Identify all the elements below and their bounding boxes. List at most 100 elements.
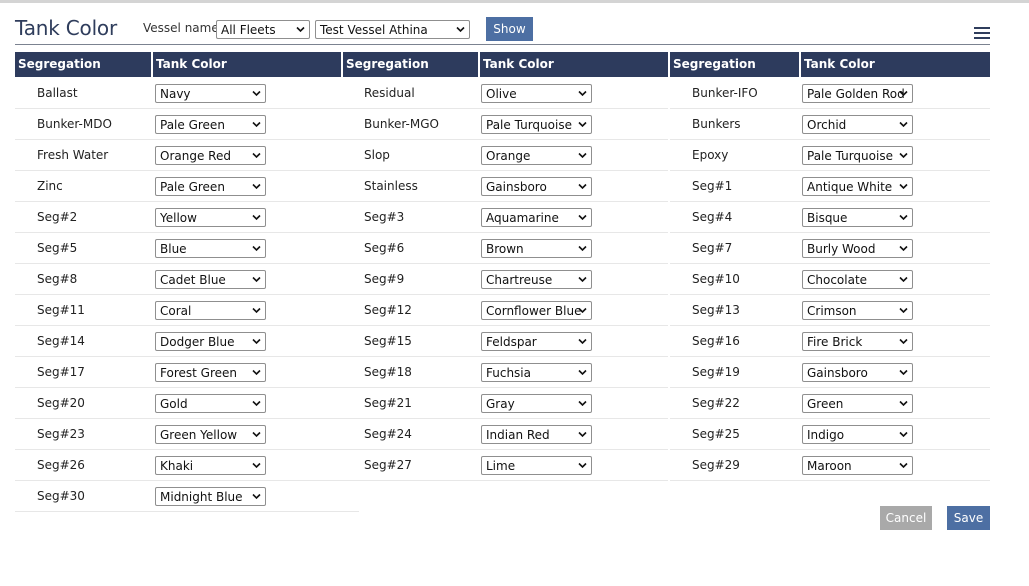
column-header-segregation: Segregation xyxy=(15,52,151,77)
cancel-button[interactable]: Cancel xyxy=(880,506,932,530)
tank-color-select[interactable]: Pale Golden Rod xyxy=(802,84,913,103)
tank-color-value: Orchid xyxy=(807,118,847,132)
tank-color-value: Blue xyxy=(160,242,187,256)
segregation-name: Seg#26 xyxy=(37,458,85,472)
tank-color-select[interactable]: Green xyxy=(802,394,913,413)
fleet-select[interactable]: All Fleets xyxy=(216,20,310,39)
tank-color-select[interactable]: Gainsboro xyxy=(802,363,913,382)
tank-color-select[interactable]: Pale Turquoise xyxy=(802,146,913,165)
chevron-down-icon xyxy=(578,151,587,160)
tank-color-select[interactable]: Gold xyxy=(155,394,266,413)
segregation-name: Bunker-IFO xyxy=(692,86,758,100)
chevron-down-icon xyxy=(578,120,587,129)
tank-color-value: Gray xyxy=(486,397,515,411)
tank-color-select[interactable]: Pale Green xyxy=(155,177,266,196)
tank-color-select[interactable]: Orange xyxy=(481,146,592,165)
tank-color-select[interactable]: Orchid xyxy=(802,115,913,134)
tank-color-value: Gold xyxy=(160,397,188,411)
tank-color-value: Maroon xyxy=(807,459,852,473)
segregation-name: Seg#21 xyxy=(364,396,412,410)
chevron-down-icon xyxy=(578,89,587,98)
tank-color-select[interactable]: Gray xyxy=(481,394,592,413)
tank-color-select[interactable]: Cornflower Blue xyxy=(481,301,592,320)
tank-color-select[interactable]: Maroon xyxy=(802,456,913,475)
tank-color-select[interactable]: Pale Green xyxy=(155,115,266,134)
segregation-name: Seg#29 xyxy=(692,458,740,472)
segregation-name: Slop xyxy=(364,148,390,162)
tank-color-select[interactable]: Green Yellow xyxy=(155,425,266,444)
tank-color-select[interactable]: Antique White xyxy=(802,177,913,196)
tank-color-value: Orange Red xyxy=(160,149,231,163)
segregation-name: Seg#20 xyxy=(37,396,85,410)
tank-color-select[interactable]: Navy xyxy=(155,84,266,103)
segregation-name: Seg#16 xyxy=(692,334,740,348)
tank-color-select[interactable]: Crimson xyxy=(802,301,913,320)
tank-color-value: Cadet Blue xyxy=(160,273,226,287)
tank-color-select[interactable]: Gainsboro xyxy=(481,177,592,196)
tank-color-select[interactable]: Chocolate xyxy=(802,270,913,289)
segregation-name: Seg#8 xyxy=(37,272,78,286)
tank-color-select[interactable]: Indigo xyxy=(802,425,913,444)
hamburger-menu-icon[interactable] xyxy=(974,27,990,41)
tank-color-select[interactable]: Midnight Blue xyxy=(155,487,266,506)
tank-color-select[interactable]: Blue xyxy=(155,239,266,258)
tank-color-value: Chartreuse xyxy=(486,273,553,287)
tank-color-select[interactable]: Forest Green xyxy=(155,363,266,382)
tank-color-select[interactable]: Orange Red xyxy=(155,146,266,165)
tank-color-select[interactable]: Fuchsia xyxy=(481,363,592,382)
tank-color-value: Pale Green xyxy=(160,118,225,132)
chevron-down-icon xyxy=(578,306,587,315)
chevron-down-icon xyxy=(899,213,908,222)
segregation-name: Seg#2 xyxy=(37,210,78,224)
tank-color-select[interactable]: Chartreuse xyxy=(481,270,592,289)
tank-color-select[interactable]: Bisque xyxy=(802,208,913,227)
chevron-down-icon xyxy=(252,337,261,346)
segregation-name: Seg#14 xyxy=(37,334,85,348)
chevron-down-icon xyxy=(899,399,908,408)
tank-color-select[interactable]: Pale Turquoise xyxy=(481,115,592,134)
segregation-name: Seg#27 xyxy=(364,458,412,472)
chevron-down-icon xyxy=(899,337,908,346)
tank-color-value: Dodger Blue xyxy=(160,335,235,349)
chevron-down-icon xyxy=(252,275,261,284)
tank-color-select[interactable]: Yellow xyxy=(155,208,266,227)
tank-color-select[interactable]: Dodger Blue xyxy=(155,332,266,351)
chevron-down-icon xyxy=(578,368,587,377)
fleet-select-value: All Fleets xyxy=(221,23,276,37)
tank-color-value: Pale Golden Rod xyxy=(807,87,905,101)
chevron-down-icon xyxy=(578,430,587,439)
segregation-name: Seg#19 xyxy=(692,365,740,379)
tank-color-select[interactable]: Lime xyxy=(481,456,592,475)
tank-color-select[interactable]: Coral xyxy=(155,301,266,320)
column-header-tank-color: Tank Color xyxy=(480,52,668,77)
segregation-name: Seg#9 xyxy=(364,272,405,286)
tank-color-select[interactable]: Aquamarine xyxy=(481,208,592,227)
vessel-select[interactable]: Test Vessel Athina xyxy=(315,20,470,39)
tank-color-select[interactable]: Cadet Blue xyxy=(155,270,266,289)
segregation-name: Seg#23 xyxy=(37,427,85,441)
tank-color-select[interactable]: Olive xyxy=(481,84,592,103)
tank-color-select[interactable]: Khaki xyxy=(155,456,266,475)
tank-color-select[interactable]: Fire Brick xyxy=(802,332,913,351)
tank-color-value: Green xyxy=(807,397,844,411)
tank-color-value: Pale Turquoise xyxy=(807,149,893,163)
tank-color-value: Bisque xyxy=(807,211,848,225)
tank-color-select[interactable]: Brown xyxy=(481,239,592,258)
tank-color-value: Chocolate xyxy=(807,273,868,287)
page-title: Tank Color xyxy=(15,16,117,40)
tank-color-value: Aquamarine xyxy=(486,211,559,225)
tank-color-select[interactable]: Burly Wood xyxy=(802,239,913,258)
show-button[interactable]: Show xyxy=(486,17,533,41)
tank-color-value: Feldspar xyxy=(486,335,537,349)
segregation-name: Seg#11 xyxy=(37,303,85,317)
tank-color-value: Orange xyxy=(486,149,531,163)
segregation-name: Seg#13 xyxy=(692,303,740,317)
tank-color-value: Antique White xyxy=(807,180,893,194)
tank-color-value: Gainsboro xyxy=(807,366,868,380)
save-button[interactable]: Save xyxy=(947,506,990,530)
tank-color-value: Lime xyxy=(486,459,516,473)
tank-color-select[interactable]: Feldspar xyxy=(481,332,592,351)
tank-color-select[interactable]: Indian Red xyxy=(481,425,592,444)
chevron-down-icon xyxy=(296,25,305,34)
segregation-name: Seg#15 xyxy=(364,334,412,348)
